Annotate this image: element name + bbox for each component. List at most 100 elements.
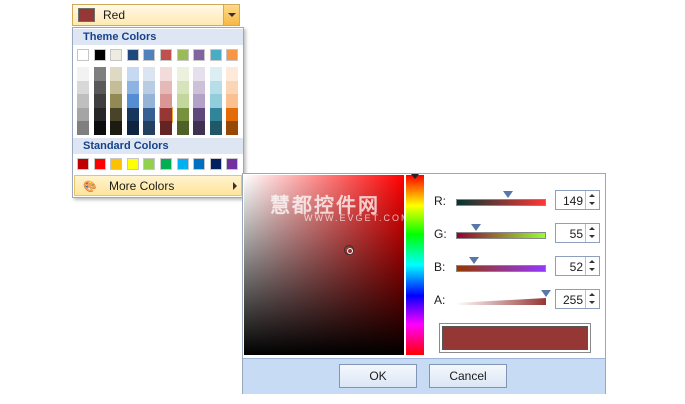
spin-down-icon[interactable]: [589, 301, 595, 304]
theme-color-swatch[interactable]: [209, 49, 222, 61]
ok-button[interactable]: OK: [339, 364, 417, 388]
channel-a-slider[interactable]: [456, 298, 546, 305]
theme-shade-swatch[interactable]: [209, 67, 222, 81]
channel-r-slider[interactable]: [456, 199, 546, 206]
theme-color-swatch[interactable]: [77, 49, 89, 61]
theme-shade-swatch[interactable]: [193, 94, 206, 108]
spin-down-icon[interactable]: [589, 235, 595, 238]
theme-shade-swatch[interactable]: [77, 80, 89, 95]
standard-color-swatch[interactable]: [176, 158, 189, 170]
theme-shade-swatch[interactable]: [160, 67, 172, 81]
theme-shade-swatch[interactable]: [176, 107, 189, 122]
theme-shade-swatch[interactable]: [143, 107, 156, 122]
theme-shade-swatch[interactable]: [176, 121, 189, 135]
theme-shade-swatch[interactable]: [193, 121, 206, 135]
theme-shade-swatch[interactable]: [226, 107, 239, 122]
theme-shade-swatch[interactable]: [226, 80, 239, 95]
spin-down-icon[interactable]: [589, 202, 595, 205]
channel-g-slider[interactable]: [456, 232, 546, 239]
standard-color-swatch[interactable]: [93, 158, 106, 170]
theme-color-swatch[interactable]: [160, 49, 172, 61]
theme-shade-swatch[interactable]: [209, 107, 222, 122]
spin-up-icon[interactable]: [589, 194, 595, 197]
theme-shade-swatch[interactable]: [110, 107, 123, 122]
channel-b-spinbox[interactable]: 52: [555, 256, 600, 276]
theme-shade-swatch[interactable]: [143, 94, 156, 108]
standard-color-swatch[interactable]: [209, 158, 222, 170]
theme-color-swatch[interactable]: [143, 49, 156, 61]
spin-buttons[interactable]: [585, 290, 599, 308]
channel-g-thumb[interactable]: [470, 224, 481, 231]
theme-shade-swatch[interactable]: [93, 80, 106, 95]
standard-color-swatch[interactable]: [110, 158, 123, 170]
theme-shade-swatch[interactable]: [226, 67, 239, 81]
theme-shade-swatch[interactable]: [93, 121, 106, 135]
spin-down-icon[interactable]: [589, 268, 595, 271]
spin-buttons[interactable]: [585, 224, 599, 242]
theme-shade-swatch[interactable]: [209, 121, 222, 135]
theme-shade-swatch[interactable]: [193, 67, 206, 81]
channel-a-spinbox[interactable]: 255: [555, 289, 600, 309]
theme-shade-swatch[interactable]: [176, 80, 189, 95]
theme-shade-swatch[interactable]: [193, 80, 206, 95]
color-picker-handle[interactable]: [344, 245, 354, 255]
theme-shade-swatch[interactable]: [126, 80, 139, 95]
more-colors-item[interactable]: 🎨 More Colors: [74, 175, 242, 196]
theme-color-swatch[interactable]: [176, 49, 189, 61]
theme-shade-swatch[interactable]: [77, 107, 89, 122]
theme-color-swatch[interactable]: [126, 49, 139, 61]
theme-shade-swatch[interactable]: [77, 121, 89, 135]
standard-color-swatch[interactable]: [226, 158, 239, 170]
theme-shade-swatch[interactable]: [143, 121, 156, 135]
color-combo[interactable]: Red: [72, 4, 240, 26]
spin-up-icon[interactable]: [589, 227, 595, 230]
theme-shade-swatch[interactable]: [143, 67, 156, 81]
dropdown-arrow-button[interactable]: [223, 5, 239, 25]
spin-buttons[interactable]: [585, 191, 599, 209]
channel-g-spinbox[interactable]: 55: [555, 223, 600, 243]
channel-b-thumb[interactable]: [469, 257, 479, 264]
theme-color-swatch[interactable]: [110, 49, 123, 61]
saturation-value-area[interactable]: 慧都控件网 WWW.EVGET.COM: [244, 175, 409, 355]
standard-color-swatch[interactable]: [160, 158, 172, 170]
theme-shade-swatch[interactable]: [160, 94, 172, 108]
standard-color-swatch[interactable]: [126, 158, 139, 170]
channel-a-thumb[interactable]: [541, 290, 551, 297]
theme-shade-swatch[interactable]: [110, 67, 123, 81]
theme-shade-swatch[interactable]: [110, 80, 123, 95]
theme-shade-swatch[interactable]: [176, 67, 189, 81]
cancel-button[interactable]: Cancel: [429, 364, 507, 388]
theme-shade-swatch[interactable]: [160, 121, 172, 135]
theme-shade-swatch[interactable]: [176, 94, 189, 108]
standard-color-swatch[interactable]: [77, 158, 89, 170]
theme-shade-swatch[interactable]: [110, 94, 123, 108]
spin-up-icon[interactable]: [589, 260, 595, 263]
theme-shade-swatch[interactable]: [77, 94, 89, 108]
theme-shade-swatch[interactable]: [110, 121, 123, 135]
theme-shade-swatch[interactable]: [126, 107, 139, 122]
theme-shade-swatch[interactable]: [77, 67, 89, 81]
standard-color-swatch[interactable]: [143, 158, 156, 170]
channel-r-thumb[interactable]: [503, 191, 514, 198]
theme-shade-swatch[interactable]: [93, 94, 106, 108]
channel-b-slider[interactable]: [456, 265, 546, 272]
theme-shade-swatch[interactable]: [126, 94, 139, 108]
theme-shade-swatch[interactable]: [226, 121, 239, 135]
theme-shade-swatch[interactable]: [143, 80, 156, 95]
hue-slider[interactable]: [406, 174, 424, 355]
theme-shade-swatch[interactable]: [193, 107, 206, 122]
selected-shade-swatch[interactable]: [159, 106, 173, 123]
spin-buttons[interactable]: [585, 257, 599, 275]
theme-color-swatch[interactable]: [193, 49, 206, 61]
theme-shade-swatch[interactable]: [126, 67, 139, 81]
theme-shade-swatch[interactable]: [209, 80, 222, 95]
theme-shade-swatch[interactable]: [160, 80, 172, 95]
theme-color-swatch[interactable]: [93, 49, 106, 61]
theme-color-swatch[interactable]: [226, 49, 239, 61]
theme-shade-swatch[interactable]: [226, 94, 239, 108]
channel-r-spinbox[interactable]: 149: [555, 190, 600, 210]
theme-shade-swatch[interactable]: [126, 121, 139, 135]
standard-color-swatch[interactable]: [193, 158, 206, 170]
spin-up-icon[interactable]: [589, 293, 595, 296]
theme-shade-swatch[interactable]: [209, 94, 222, 108]
